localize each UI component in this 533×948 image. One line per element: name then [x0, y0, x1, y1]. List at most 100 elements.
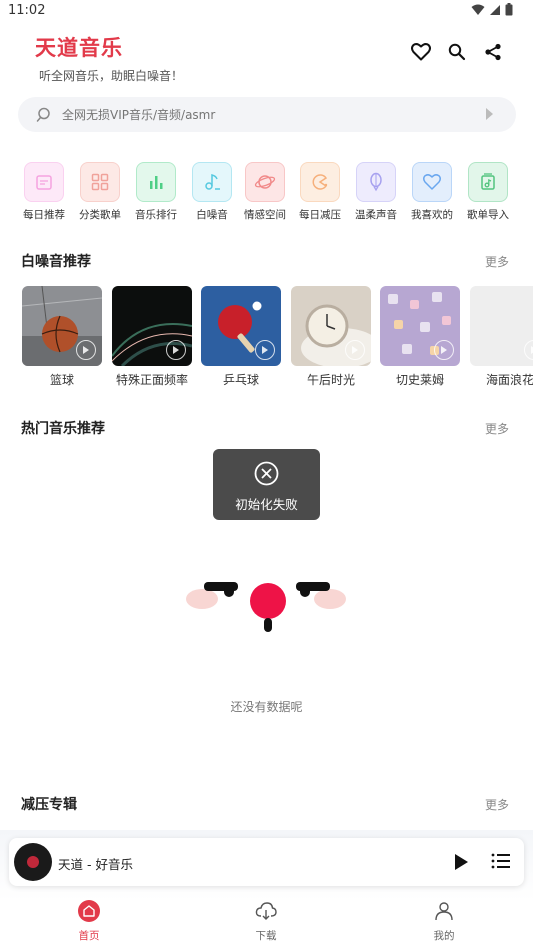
search-button[interactable] [447, 42, 467, 62]
category-item[interactable]: 每日推荐 [16, 162, 72, 222]
calendar-icon [24, 162, 64, 202]
ocean-image [470, 286, 533, 366]
nav-profile-label: 我的 [433, 930, 455, 942]
white-noise-more-link[interactable]: 更多 [485, 253, 509, 270]
app-title: 天道音乐 [35, 36, 123, 60]
basketball-image [22, 286, 102, 366]
search-icon [448, 43, 466, 61]
category-label: 每日减压 [299, 209, 341, 221]
search-bar[interactable] [18, 97, 516, 132]
error-toast: 初始化失败 [213, 449, 320, 520]
play-circle-icon[interactable] [345, 340, 365, 360]
relax-album-header: 减压专辑 更多 [0, 794, 533, 816]
category-label: 歌单导入 [467, 209, 509, 221]
white-noise-card[interactable]: 切史莱姆 [380, 286, 460, 386]
white-noise-header: 白噪音推荐 更多 [0, 251, 533, 273]
nav-home[interactable]: 首页 [59, 899, 119, 943]
white-noise-card[interactable]: 乒乓球 [201, 286, 281, 386]
hot-music-more-link[interactable]: 更多 [485, 420, 509, 437]
white-noise-label: 切史莱姆 [395, 373, 444, 386]
category-label: 每日推荐 [23, 209, 65, 221]
search-input[interactable] [62, 107, 462, 122]
category-row: 每日推荐 分类歌单 音乐排行 白噪音 情感空间 每日减压 温柔声音 我喜欢的 歌单导入 [0, 162, 533, 232]
share-icon [485, 43, 501, 61]
wifi-icon [471, 4, 485, 15]
empty-state-illustration [186, 582, 346, 632]
play-circle-icon[interactable] [76, 340, 96, 360]
category-item[interactable]: 分类歌单 [72, 162, 128, 222]
cloud-download-icon [254, 899, 278, 923]
play-circle-icon[interactable] [166, 340, 186, 360]
hot-music-title: 热门音乐推荐 [21, 421, 105, 437]
album-disc [14, 843, 52, 881]
mini-player[interactable]: 天道 - 好音乐 [9, 838, 524, 886]
white-noise-label: 篮球 [49, 373, 74, 386]
heart-icon [412, 162, 452, 202]
category-label: 温柔声音 [355, 209, 397, 221]
playlist-import-icon [468, 162, 508, 202]
relax-album-more-link[interactable]: 更多 [485, 796, 509, 813]
white-noise-card[interactable]: 午后时光 [291, 286, 371, 386]
ping-pong-image [201, 286, 281, 366]
close-circle-icon [254, 461, 279, 486]
header-actions [411, 42, 503, 62]
abstract-lights-image [112, 286, 192, 366]
category-item[interactable]: 音乐排行 [128, 162, 184, 222]
white-noise-label: 乒乓球 [222, 373, 259, 386]
white-noise-list: 篮球 特殊正面频率 乒乓球 午后时光 切史莱姆 海面浪花 [22, 286, 533, 386]
nav-profile[interactable]: 我的 [414, 899, 474, 943]
white-noise-card[interactable]: 特殊正面频率 [112, 286, 192, 386]
relax-album-title: 减压专辑 [21, 797, 77, 813]
play-arrow-icon [486, 108, 493, 120]
grid-icon [80, 162, 120, 202]
search-icon [36, 107, 50, 122]
white-noise-card[interactable]: 篮球 [22, 286, 102, 386]
status-time: 11:02 [8, 3, 46, 18]
category-item[interactable]: 我喜欢的 [404, 162, 460, 222]
heart-outline-icon [411, 43, 431, 61]
signal-icon [490, 4, 500, 15]
category-item[interactable]: 温柔声音 [348, 162, 404, 222]
category-label: 我喜欢的 [411, 209, 453, 221]
category-label: 白噪音 [196, 209, 228, 221]
share-button[interactable] [483, 42, 503, 62]
category-item[interactable]: 每日减压 [292, 162, 348, 222]
empty-state-text: 还没有数据呢 [230, 700, 303, 714]
alarm-clock-image [291, 286, 371, 366]
category-item[interactable]: 情感空间 [237, 162, 293, 222]
favorite-button[interactable] [411, 42, 431, 62]
playlist-button[interactable] [491, 852, 511, 870]
nav-download-label: 下载 [255, 930, 277, 942]
white-noise-card[interactable]: 海面浪花 [470, 286, 533, 386]
white-noise-label: 海面浪花 [485, 373, 533, 386]
category-item[interactable]: 歌单导入 [460, 162, 516, 222]
white-noise-title: 白噪音推荐 [21, 254, 91, 270]
category-label: 情感空间 [244, 209, 286, 221]
play-circle-icon[interactable] [255, 340, 275, 360]
bar-chart-icon [136, 162, 176, 202]
category-label: 分类歌单 [79, 209, 121, 221]
toast-text: 初始化失败 [235, 497, 298, 512]
category-label: 音乐排行 [135, 209, 177, 221]
user-icon [432, 899, 456, 923]
music-note-icon [192, 162, 232, 202]
play-circle-icon[interactable] [434, 340, 454, 360]
white-noise-label: 午后时光 [306, 373, 355, 386]
nav-download[interactable]: 下载 [236, 899, 296, 943]
app-subtitle: 听全网音乐，助眠白噪音！ [39, 69, 184, 83]
header: 天道音乐 听全网音乐，助眠白噪音！ [0, 30, 533, 90]
status-icons [471, 3, 513, 16]
white-noise-label: 特殊正面频率 [115, 373, 188, 386]
hot-music-header: 热门音乐推荐 更多 [0, 418, 533, 440]
balloon-icon [356, 162, 396, 202]
category-item[interactable]: 白噪音 [184, 162, 240, 222]
bottom-nav: 首页 下载 我的 [0, 895, 533, 948]
planet-icon [245, 162, 285, 202]
play-button[interactable] [452, 852, 470, 872]
battery-icon [505, 3, 513, 16]
home-icon [77, 899, 101, 923]
slime-cubes-image [380, 286, 460, 366]
nav-home-label: 首页 [78, 930, 100, 942]
player-title: 天道 - 好音乐 [58, 857, 133, 872]
status-bar: 11:02 [0, 0, 533, 24]
